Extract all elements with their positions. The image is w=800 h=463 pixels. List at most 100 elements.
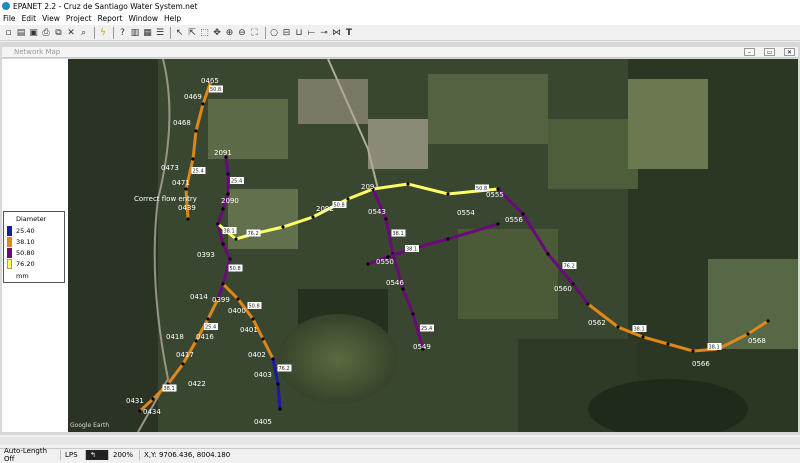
- junction-node[interactable]: [401, 287, 405, 291]
- add-pump-icon[interactable]: ⊸: [319, 27, 330, 38]
- horizontal-scrollbar[interactable]: [0, 437, 800, 445]
- junction-node[interactable]: [586, 302, 590, 306]
- pipe-value-label: 50.8: [247, 302, 262, 310]
- junction-node[interactable]: [411, 312, 415, 316]
- menu-view[interactable]: View: [39, 14, 63, 23]
- pipe-value-text: 38.1: [224, 229, 235, 235]
- junction-node[interactable]: [278, 407, 282, 411]
- pipe-value-text: 38.1: [634, 327, 645, 333]
- new-icon[interactable]: ▫: [3, 27, 14, 38]
- copy-icon[interactable]: ⧉: [53, 27, 64, 38]
- junction-node[interactable]: [191, 157, 195, 161]
- network-map-titlebar[interactable]: Network Map – ▭ ✕: [2, 47, 798, 58]
- print-icon[interactable]: ⎙: [41, 27, 52, 38]
- menu-edit[interactable]: Edit: [19, 14, 40, 23]
- pipe-value-label: 76.2: [562, 262, 577, 270]
- pipe-value-text: 50.8: [334, 203, 345, 209]
- junction-node[interactable]: [746, 332, 750, 336]
- node-id-label: 0434: [143, 408, 161, 416]
- junction-node[interactable]: [276, 382, 280, 386]
- node-id-label: 0566: [692, 360, 710, 368]
- add-reservoir-icon[interactable]: ⊟: [281, 27, 292, 38]
- junction-node[interactable]: [216, 222, 220, 226]
- menu-report[interactable]: Report: [95, 14, 126, 23]
- add-junction-icon[interactable]: ○: [269, 27, 280, 38]
- node-id-label: 0402: [248, 351, 266, 359]
- minimize-button[interactable]: –: [744, 48, 755, 56]
- diameter-legend[interactable]: Diameter 25.40 38.10 50.80 76.20 mm: [3, 211, 65, 283]
- junction-node[interactable]: [571, 282, 575, 286]
- close-button[interactable]: ✕: [784, 48, 795, 56]
- junction-node[interactable]: [206, 317, 210, 321]
- junction-node[interactable]: [384, 217, 388, 221]
- table-icon[interactable]: ▦: [142, 27, 153, 38]
- pan-icon[interactable]: ✥: [212, 27, 223, 38]
- junction-node[interactable]: [186, 217, 190, 221]
- junction-node[interactable]: [234, 237, 238, 241]
- junction-node[interactable]: [446, 192, 450, 196]
- junction-node[interactable]: [251, 317, 255, 321]
- menu-project[interactable]: Project: [63, 14, 95, 23]
- zoom-out-icon[interactable]: ⊖: [237, 27, 248, 38]
- find-icon[interactable]: ⌕: [78, 27, 89, 38]
- junction-node[interactable]: [221, 242, 225, 246]
- junction-node[interactable]: [228, 257, 232, 261]
- junction-node[interactable]: [194, 129, 198, 133]
- junction-node[interactable]: [184, 187, 188, 191]
- junction-node[interactable]: [406, 182, 410, 186]
- junction-node[interactable]: [546, 252, 550, 256]
- junction-node[interactable]: [616, 325, 620, 329]
- network-map-canvas[interactable]: 0465 0469 0468 0473 0471 0439 2091 2090 2092 209 0…: [68, 59, 798, 432]
- query-icon[interactable]: ?: [117, 27, 128, 38]
- save-icon[interactable]: ▣: [28, 27, 39, 38]
- junction-node[interactable]: [766, 319, 770, 323]
- junction-node[interactable]: [666, 342, 670, 346]
- flow-units-status: LPS: [61, 450, 86, 460]
- options-icon[interactable]: ☰: [155, 27, 166, 38]
- maximize-button[interactable]: ▭: [764, 48, 775, 56]
- select-icon[interactable]: ↖: [174, 27, 185, 38]
- node-id-label: 0471: [172, 179, 190, 187]
- legend-swatch: [7, 226, 12, 236]
- junction-node[interactable]: [691, 349, 695, 353]
- zoom-in-icon[interactable]: ⊕: [224, 27, 235, 38]
- junction-node[interactable]: [221, 282, 225, 286]
- select-region-icon[interactable]: ⬚: [199, 27, 210, 38]
- junction-node[interactable]: [138, 409, 142, 413]
- auto-length-status[interactable]: Auto-Length Off: [0, 447, 61, 463]
- add-valve-icon[interactable]: ⋈: [331, 27, 342, 38]
- map-svg[interactable]: 0465 0469 0468 0473 0471 0439 2091 2090 2092 209 0…: [68, 59, 798, 432]
- run-icon[interactable]: ϟ: [98, 27, 109, 38]
- menu-file[interactable]: File: [0, 14, 19, 23]
- add-label-icon[interactable]: T: [344, 27, 355, 38]
- menu-help[interactable]: Help: [161, 14, 184, 23]
- junction-node[interactable]: [151, 397, 155, 401]
- junction-node[interactable]: [311, 215, 315, 219]
- junction-node[interactable]: [261, 337, 265, 341]
- junction-node[interactable]: [221, 207, 225, 211]
- junction-node[interactable]: [346, 197, 350, 201]
- delete-icon[interactable]: ✕: [66, 27, 77, 38]
- add-pipe-icon[interactable]: ⟝: [306, 27, 317, 38]
- pipe-value-text: 25.4: [421, 326, 432, 332]
- junction-node[interactable]: [271, 357, 275, 361]
- junction-node[interactable]: [641, 335, 645, 339]
- node-id-label: 0401: [240, 326, 258, 334]
- node-id-label: 0400: [228, 307, 246, 315]
- junction-node[interactable]: [236, 297, 240, 301]
- full-extent-icon[interactable]: ⛶: [249, 27, 260, 38]
- node-id-label: 0556: [505, 216, 523, 224]
- select-vertex-icon[interactable]: ⇱: [187, 27, 198, 38]
- add-tank-icon[interactable]: ⊔: [294, 27, 305, 38]
- junction-node[interactable]: [446, 237, 450, 241]
- open-icon[interactable]: ▤: [16, 27, 27, 38]
- junction-node[interactable]: [281, 225, 285, 229]
- junction-node[interactable]: [226, 172, 230, 176]
- junction-node[interactable]: [366, 262, 370, 266]
- menu-window[interactable]: Window: [125, 14, 161, 23]
- junction-node[interactable]: [496, 222, 500, 226]
- graph-icon[interactable]: ▥: [130, 27, 141, 38]
- junction-node[interactable]: [201, 102, 205, 106]
- junction-node[interactable]: [226, 192, 230, 196]
- junction-node[interactable]: [181, 362, 185, 366]
